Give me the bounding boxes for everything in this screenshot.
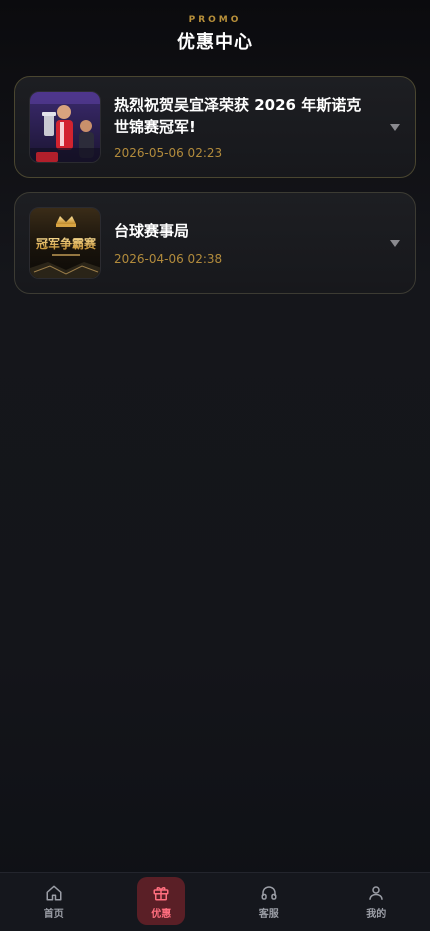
page-header: PROMO 优惠中心 xyxy=(0,0,430,64)
promo-list: 热烈祝贺吴宜泽荣获 2026 年斯诺克世锦赛冠军! 2026-05-06 02:… xyxy=(0,64,430,294)
tab-promo[interactable]: 优惠 xyxy=(108,873,216,931)
tab-profile[interactable]: 我的 xyxy=(323,873,430,931)
page-eyebrow: PROMO xyxy=(188,15,242,25)
user-icon xyxy=(369,886,383,900)
crown-banner-image: 冠军争霸赛 xyxy=(30,208,100,278)
promo-thumbnail xyxy=(29,91,101,163)
promo-card[interactable]: 热烈祝贺吴宜泽荣获 2026 年斯诺克世锦赛冠军! 2026-05-06 02:… xyxy=(14,76,416,178)
thumb-caption: 冠军争霸赛 xyxy=(36,236,97,251)
promo-text: 热烈祝贺吴宜泽荣获 2026 年斯诺克世锦赛冠军! 2026-05-06 02:… xyxy=(114,94,401,160)
chevron-down-icon[interactable] xyxy=(389,121,401,133)
promo-title: 热烈祝贺吴宜泽荣获 2026 年斯诺克世锦赛冠军! xyxy=(114,96,362,136)
promo-thumbnail: 冠军争霸赛 xyxy=(29,207,101,279)
chevron-down-icon[interactable] xyxy=(389,237,401,249)
promo-card[interactable]: 冠军争霸赛 台球赛事局 2026-04-06 02:38 xyxy=(14,192,416,294)
tab-support[interactable]: 客服 xyxy=(215,873,323,931)
tab-label: 优惠 xyxy=(151,909,172,920)
tab-label: 我的 xyxy=(366,909,387,920)
bottom-tab-bar: 首页 优惠 客服 我的 xyxy=(0,872,430,931)
promo-text: 台球赛事局 2026-04-06 02:38 xyxy=(114,220,401,266)
app-root: PROMO 优惠中心 热烈祝贺吴宜泽荣获 2026 年斯诺克世锦赛冠军! 202… xyxy=(0,0,430,931)
tab-home[interactable]: 首页 xyxy=(0,873,108,931)
promo-date: 2026-04-06 02:38 xyxy=(114,252,223,266)
promo-date: 2026-05-06 02:23 xyxy=(114,146,223,160)
trophy-photo-image xyxy=(30,92,100,162)
tab-label: 首页 xyxy=(43,909,64,920)
promo-title: 台球赛事局 xyxy=(114,222,190,240)
headset-icon xyxy=(261,886,277,900)
home-icon xyxy=(46,885,62,901)
gift-icon xyxy=(153,887,169,901)
page-title: 优惠中心 xyxy=(177,32,253,53)
tab-label: 客服 xyxy=(258,909,279,920)
